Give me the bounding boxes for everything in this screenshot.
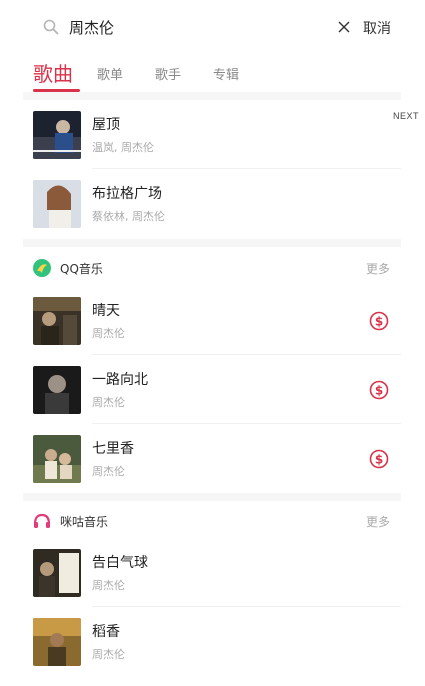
album-cover	[33, 549, 81, 597]
platform-name: QQ音乐	[60, 262, 103, 276]
search-bar: 取消	[23, 0, 401, 56]
album-cover	[33, 366, 81, 414]
tab-artists[interactable]: 歌手	[155, 64, 181, 83]
list-item[interactable]: 屋顶 温岚, 周杰伦	[23, 101, 401, 169]
song-title: 一路向北	[92, 372, 148, 388]
svg-text:$: $	[375, 384, 383, 398]
section-gap	[23, 239, 401, 247]
next-label[interactable]: NEXT	[393, 111, 419, 121]
song-title: 七里香	[92, 441, 134, 457]
qq-music-logo-icon	[33, 259, 51, 277]
search-box[interactable]	[33, 11, 373, 43]
platform-name: 咪咕音乐	[60, 515, 109, 529]
song-title: 屋顶	[92, 117, 120, 133]
migu-music-logo-icon	[33, 513, 51, 528]
song-artist: 蔡依林, 周杰伦	[92, 210, 165, 223]
list-item[interactable]: 七里香 周杰伦 $	[23, 425, 401, 493]
song-artist: 周杰伦	[92, 465, 125, 478]
song-artist: 周杰伦	[92, 396, 125, 409]
song-title: 稻香	[92, 624, 120, 640]
album-cover	[33, 111, 81, 159]
tab-playlists[interactable]: 歌单	[97, 64, 123, 83]
list-item[interactable]: 晴天 周杰伦 $	[23, 287, 401, 355]
song-title: 告白气球	[92, 555, 148, 571]
search-icon	[43, 19, 59, 35]
divider	[92, 606, 401, 607]
album-cover	[33, 618, 81, 666]
tab-songs[interactable]: 歌曲	[33, 58, 73, 87]
divider	[92, 168, 401, 169]
song-artist: 周杰伦	[92, 327, 125, 340]
close-icon[interactable]	[336, 19, 352, 35]
list-item[interactable]: 一路向北 周杰伦 $	[23, 356, 401, 424]
album-cover	[33, 435, 81, 483]
song-title: 布拉格广场	[92, 186, 162, 202]
song-artist: 温岚, 周杰伦	[92, 141, 154, 154]
search-results-panel: 取消 歌曲 歌单 歌手 专辑 屋顶 温岚, 周杰伦	[23, 0, 401, 686]
paid-song-icon[interactable]: $	[369, 380, 389, 400]
album-cover	[33, 180, 81, 228]
svg-text:$: $	[375, 453, 383, 467]
svg-text:$: $	[375, 315, 383, 329]
tab-albums[interactable]: 专辑	[213, 64, 239, 83]
album-cover	[33, 297, 81, 345]
divider	[92, 354, 401, 355]
paid-song-icon[interactable]: $	[369, 449, 389, 469]
result-type-tabs: 歌曲 歌单 歌手 专辑	[23, 56, 401, 92]
platform-header-qq: QQ音乐 更多	[23, 247, 401, 291]
cancel-button[interactable]: 取消	[363, 18, 391, 38]
more-link[interactable]: 更多	[366, 513, 390, 530]
more-link[interactable]: 更多	[366, 260, 390, 277]
song-artist: 周杰伦	[92, 648, 125, 661]
platform-header-migu: 咪咕音乐 更多	[23, 500, 401, 544]
song-title: 晴天	[92, 303, 120, 319]
section-gap	[23, 92, 401, 100]
paid-song-icon[interactable]: $	[369, 311, 389, 331]
list-item[interactable]: 告白气球 周杰伦	[23, 539, 401, 607]
list-item[interactable]: 稻香 周杰伦	[23, 608, 401, 676]
search-input[interactable]	[69, 15, 319, 39]
list-item[interactable]: 布拉格广场 蔡依林, 周杰伦	[23, 170, 401, 238]
divider	[92, 423, 401, 424]
song-artist: 周杰伦	[92, 579, 125, 592]
